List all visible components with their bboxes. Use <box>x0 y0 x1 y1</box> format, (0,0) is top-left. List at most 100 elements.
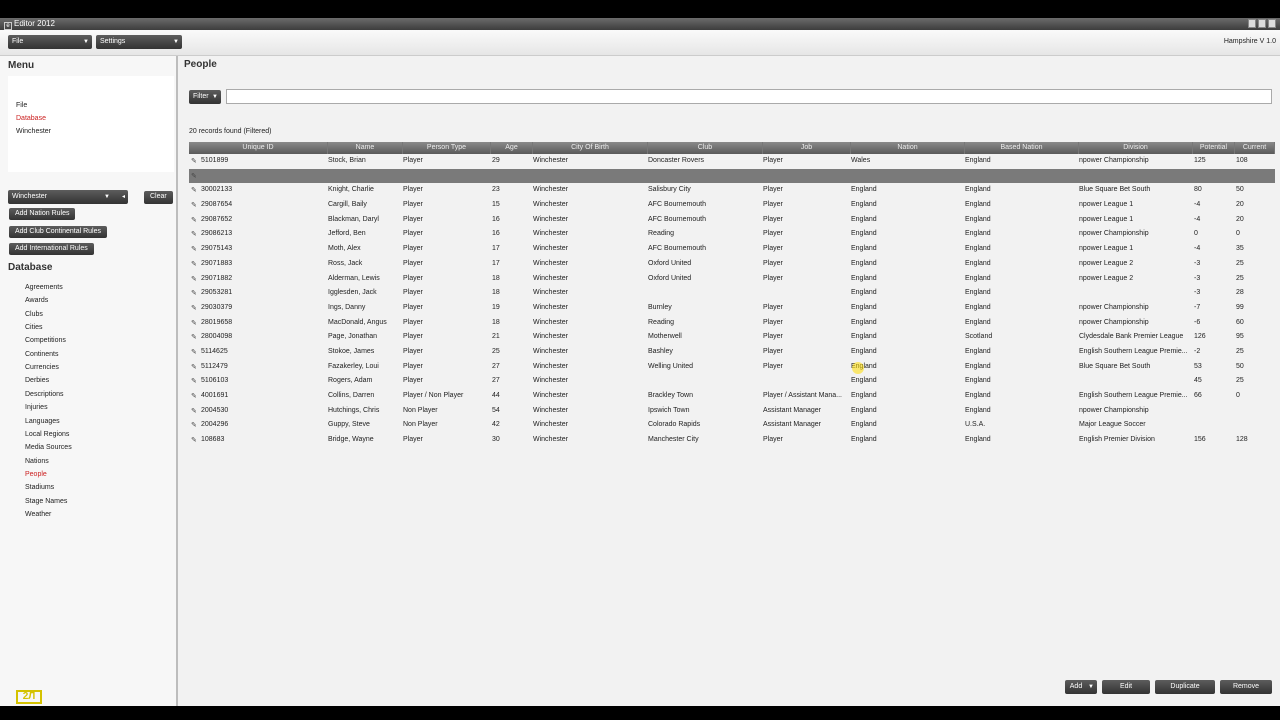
pencil-icon[interactable]: ✎ <box>191 377 197 385</box>
database-item-stadiums[interactable]: Stadiums <box>25 484 54 491</box>
filter-button[interactable]: Filter ▼ <box>189 90 221 104</box>
pencil-icon[interactable]: ✎ <box>191 186 197 194</box>
database-item-people[interactable]: People <box>25 471 47 478</box>
location-select[interactable]: Winchester ▼ ◂ <box>8 190 128 204</box>
pencil-icon[interactable]: ✎ <box>191 245 197 253</box>
chevron-down-icon: ▼ <box>173 39 179 45</box>
play-icon[interactable]: ◂ <box>122 190 125 204</box>
database-item-descriptions[interactable]: Descriptions <box>25 391 64 398</box>
database-item-derbies[interactable]: Derbies <box>25 377 49 384</box>
database-item-continents[interactable]: Continents <box>25 351 58 358</box>
table-row[interactable]: ✎ 29030379 Ings, Danny Player 19 Winchester Bu… <box>189 301 1275 316</box>
table-row[interactable]: ✎ 29071882 Alderman, Lewis Player 18 Winchest… <box>189 272 1275 287</box>
pencil-icon[interactable]: ✎ <box>191 230 197 238</box>
database-item-cities[interactable]: Cities <box>25 324 43 331</box>
cell-based-nation: England <box>965 318 991 326</box>
cell-city-of-birth: Winchester <box>533 303 569 311</box>
pencil-icon[interactable]: ✎ <box>191 260 197 268</box>
database-item-nations[interactable]: Nations <box>25 458 49 465</box>
file-dropdown[interactable]: File ▼ <box>8 35 92 49</box>
pencil-icon[interactable]: ✎ <box>191 172 197 180</box>
cell-person-type: Player <box>403 245 423 253</box>
table-row[interactable]: ✎ 29086213 Jefford, Ben Player 16 Winchester R… <box>189 227 1275 242</box>
column-header-unique-id[interactable]: Unique ID <box>189 142 328 154</box>
add-button[interactable]: Add ▼ <box>1065 680 1097 694</box>
table-row[interactable]: ✎ 29075143 Moth, Alex Player 17 Winchester AFC… <box>189 242 1275 257</box>
rule-button-1[interactable]: Add Club Continental Rules <box>9 226 107 238</box>
column-header-division[interactable]: Division <box>1079 142 1193 154</box>
pencil-icon[interactable]: ✎ <box>191 392 197 400</box>
database-item-competitions[interactable]: Competitions <box>25 337 66 344</box>
cell-age: 18 <box>492 274 500 282</box>
table-row[interactable]: ✎ 28019658 MacDonald, Angus Player 18 Winches… <box>189 316 1275 331</box>
column-header-name[interactable]: Name <box>328 142 403 154</box>
pencil-icon[interactable]: ✎ <box>191 436 197 444</box>
menu-item-winchester[interactable]: Winchester <box>16 128 51 135</box>
cell-based-nation: England <box>965 377 991 385</box>
table-row[interactable]: ✎ 4001691 Collins, Darren Player / Non Play… <box>189 389 1275 404</box>
pencil-icon[interactable]: ✎ <box>191 275 197 283</box>
database-item-media-sources[interactable]: Media Sources <box>25 444 72 451</box>
menu-item-file[interactable]: File <box>16 102 27 109</box>
table-row[interactable]: ✎ 108683 Bridge, Wayne Player 30 Winchester Ma… <box>189 433 1275 448</box>
column-header-city-of-birth[interactable]: City Of Birth <box>533 142 648 154</box>
filter-input[interactable] <box>226 89 1272 104</box>
database-item-clubs[interactable]: Clubs <box>25 311 43 318</box>
pencil-icon[interactable]: ✎ <box>191 289 197 297</box>
column-header-current[interactable]: Current <box>1235 142 1275 154</box>
pencil-icon[interactable]: ✎ <box>191 319 197 327</box>
pencil-icon[interactable]: ✎ <box>191 363 197 371</box>
column-header-club[interactable]: Club <box>648 142 763 154</box>
close-icon[interactable] <box>1268 19 1276 28</box>
menu-item-database[interactable]: Database <box>16 115 46 122</box>
duplicate-button[interactable]: Duplicate <box>1155 680 1215 694</box>
database-item-currencies[interactable]: Currencies <box>25 364 59 371</box>
column-header-based-nation[interactable]: Based Nation <box>965 142 1079 154</box>
maximize-icon[interactable] <box>1258 19 1266 28</box>
settings-dropdown[interactable]: Settings ▼ <box>96 35 182 49</box>
table-row[interactable]: ✎ 29087652 Blackman, Daryl Player 16 Winchest… <box>189 213 1275 228</box>
column-header-age[interactable]: Age <box>491 142 533 154</box>
table-row[interactable]: ✎ 29087654 Cargill, Baily Player 15 Wincheste… <box>189 198 1275 213</box>
table-row[interactable]: ✎ 5101899 Stock, Brian Player 29 Winchester Do… <box>189 154 1275 169</box>
pencil-icon[interactable]: ✎ <box>191 216 197 224</box>
table-row[interactable]: ✎ 2004296 Guppy, Steve Non Player 42 Winchest… <box>189 418 1275 433</box>
pencil-icon[interactable]: ✎ <box>191 157 197 165</box>
table-row[interactable]: ✎ 2004530 Hutchings, Chris Non Player 54 Winc… <box>189 404 1275 419</box>
cell-nation: England <box>851 392 877 399</box>
database-item-stage-names[interactable]: Stage Names <box>25 498 67 505</box>
clear-button[interactable]: Clear <box>144 191 173 204</box>
column-header-potential[interactable]: Potential <box>1193 142 1235 154</box>
pencil-icon[interactable]: ✎ <box>191 333 197 341</box>
rule-button-0[interactable]: Add Nation Rules <box>9 208 76 220</box>
database-item-languages[interactable]: Languages <box>25 418 60 425</box>
cell-club: Burnley <box>648 303 672 311</box>
database-item-injuries[interactable]: Injuries <box>25 404 48 411</box>
rule-button-2[interactable]: Add International Rules <box>9 243 94 255</box>
minimize-icon[interactable] <box>1248 19 1256 28</box>
table-row[interactable]: ✎ <box>189 168 1275 184</box>
column-header-nation[interactable]: Nation <box>851 142 965 154</box>
pencil-icon[interactable]: ✎ <box>191 201 197 209</box>
table-row[interactable]: ✎ 28004098 Page, Jonathan Player 21 Wincheste… <box>189 330 1275 345</box>
cell-job: Player <box>763 274 783 282</box>
table-row[interactable]: ✎ 5106103 Rogers, Adam Player 27 Winchester En… <box>189 374 1275 389</box>
pencil-icon[interactable]: ✎ <box>191 407 197 415</box>
menu-title: Menu <box>8 60 35 71</box>
column-header-person-type[interactable]: Person Type <box>403 142 491 154</box>
pencil-icon[interactable]: ✎ <box>191 304 197 312</box>
table-row[interactable]: ✎ 30002133 Knight, Charlie Player 23 Winchest… <box>189 183 1275 198</box>
table-row[interactable]: ✎ 29053281 Igglesden, Jack Player 18 Winchest… <box>189 286 1275 301</box>
table-row[interactable]: ✎ 5112479 Fazakerley, Loui Player 27 Winchest… <box>189 360 1275 375</box>
table-row[interactable]: ✎ 5114625 Stokoe, James Player 25 Winchester B… <box>189 345 1275 360</box>
database-item-weather[interactable]: Weather <box>25 511 51 518</box>
remove-button[interactable]: Remove <box>1220 680 1272 694</box>
edit-button[interactable]: Edit <box>1102 680 1150 694</box>
database-item-local-regions[interactable]: Local Regions <box>25 431 69 438</box>
database-item-agreements[interactable]: Agreements <box>25 284 63 291</box>
column-header-job[interactable]: Job <box>763 142 851 154</box>
database-item-awards[interactable]: Awards <box>25 297 48 304</box>
pencil-icon[interactable]: ✎ <box>191 421 197 429</box>
pencil-icon[interactable]: ✎ <box>191 348 197 356</box>
table-row[interactable]: ✎ 29071883 Ross, Jack Player 17 Winchester Oxf… <box>189 257 1275 272</box>
